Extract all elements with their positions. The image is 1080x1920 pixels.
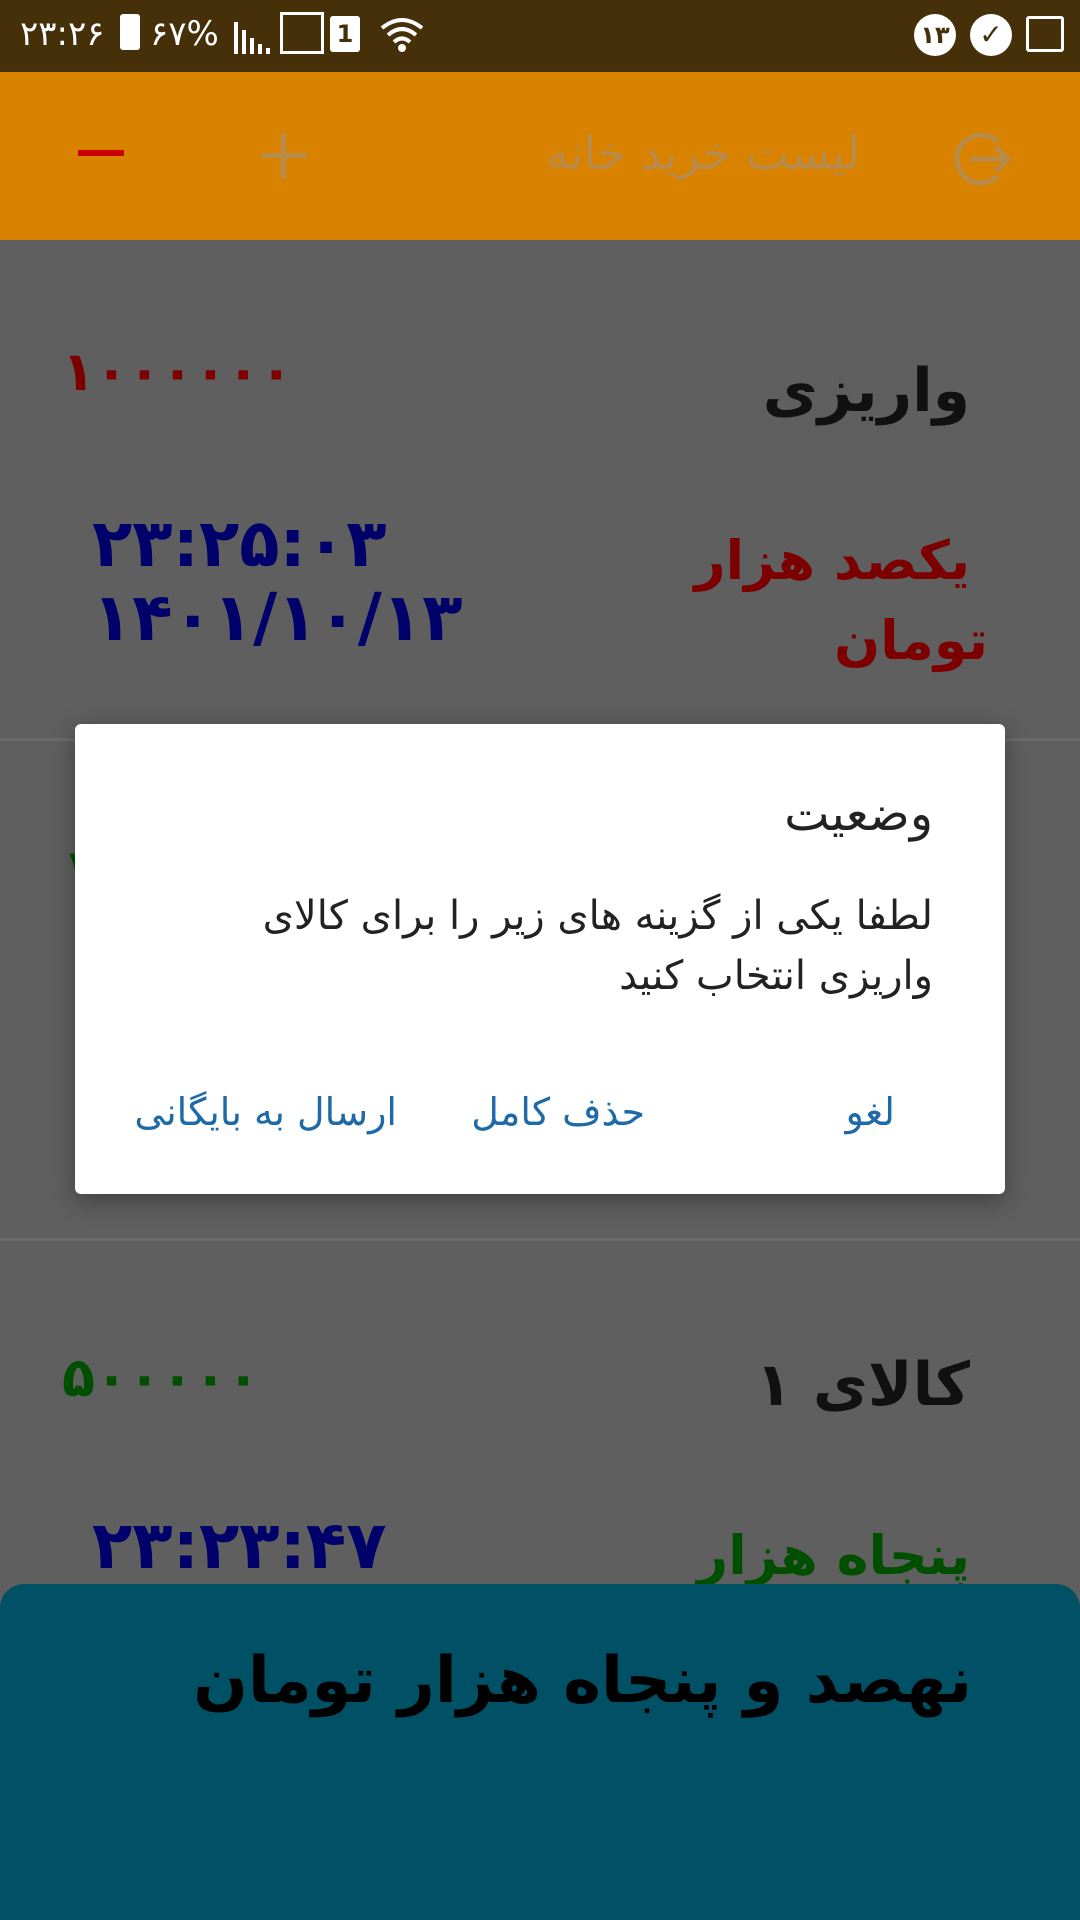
check-icon: ✓ [970,14,1012,56]
item-amount: ۵۰۰۰۰۰ [62,1346,260,1409]
signal-icon [234,22,270,54]
status-dialog: وضعیت لطفا یکی از گزینه های زیر را برای … [75,724,1005,1194]
item-amount: ۱۰۰۰۰۰۰ [62,340,293,403]
archive-button[interactable]: ارسال به بایگانی [134,1090,397,1134]
sim-icon: 1 [330,16,360,52]
item-amount-words: یکصد هزار [694,529,970,592]
notification-badge: ۱۳ [914,14,956,56]
image-icon [1026,16,1064,52]
item-amount-words: پنجاه هزار [697,1524,970,1587]
item-time: ۲۳:۲۳:۴۷ [92,1507,387,1584]
app-title: لیست خرید خانه [545,126,860,180]
dialog-title: وضعیت [784,786,933,842]
battery-icon [120,14,140,50]
signal-box-icon [280,12,324,54]
minus-icon[interactable] [78,150,124,156]
total-panel: نهصد و پنجاه هزار تومان [0,1584,1080,1920]
item-date: ۱۴۰۱/۱۰/۱۳ [92,579,463,656]
plus-icon-vertical[interactable] [281,133,286,179]
item-amount-words-line2: تومان [834,609,988,672]
status-bar: ۲۳:۲۶ ۶۷% 1 ۱۳ ✓ [0,0,1080,72]
cancel-button[interactable]: لغو [845,1090,895,1134]
delete-button[interactable]: حذف کامل [471,1090,645,1134]
item-time: ۲۳:۲۵:۰۳ [92,505,387,582]
battery-percent: ۶۷% [150,14,219,54]
dialog-message: لطفا یکی از گزینه های زیر را برای کالای … [262,893,933,999]
exit-icon[interactable] [950,128,1012,190]
total-text: نهصد و پنجاه هزار تومان [193,1644,972,1718]
item-divider [0,1238,1080,1241]
item-name: کالای ۱ [755,1350,970,1420]
wifi-icon [380,18,424,52]
status-time: ۲۳:۲۶ [20,14,105,54]
item-name: واریزی [762,356,970,426]
